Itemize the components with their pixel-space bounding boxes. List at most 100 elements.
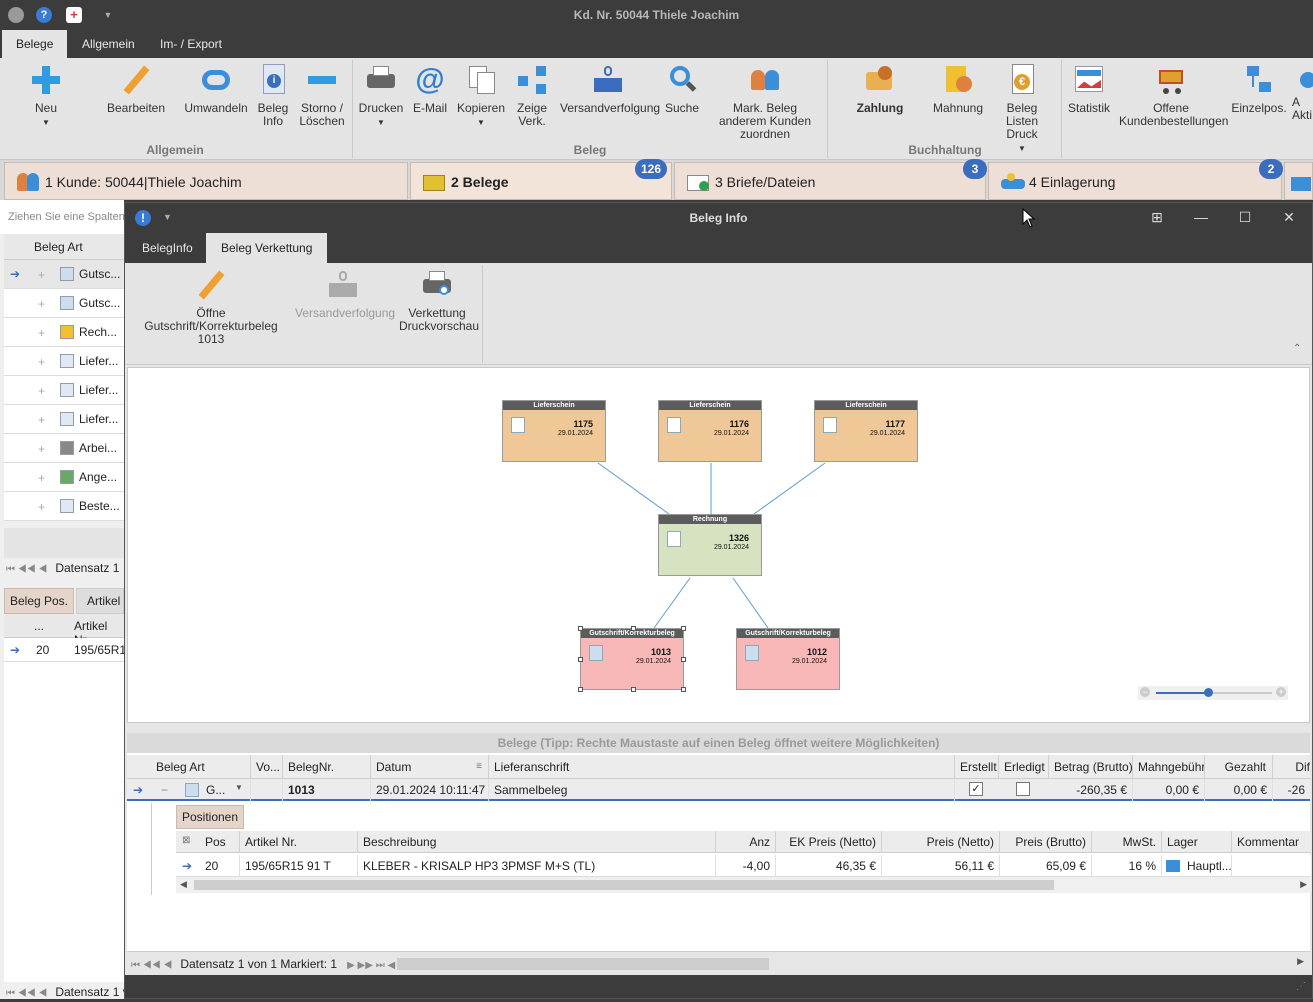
node-lieferschein-1176[interactable]: Lieferschein 1176 29.01.2024 <box>658 400 762 462</box>
node-rechnung-1326[interactable]: Rechnung 1326 29.01.2024 <box>658 514 762 576</box>
col-erledigt[interactable]: Erledigt <box>999 755 1049 779</box>
positionen-horizontal-scrollbar[interactable]: ◀ ▶ <box>176 877 1311 893</box>
resize-grip-icon[interactable]: ⋰ <box>1296 981 1306 992</box>
left-beleg-row[interactable]: + Liefer... <box>4 347 124 376</box>
collapse-ribbon-icon[interactable]: ⌃ <box>1293 343 1301 354</box>
expand-row-icon[interactable]: + <box>38 326 45 340</box>
node-gutschrift-1012[interactable]: Gutschrift/Korrekturbeleg 1012 29.01.202… <box>736 628 840 690</box>
tab-briefe-dateien[interactable]: 3 Briefe/Dateien 3 <box>674 159 987 200</box>
selection-handle[interactable] <box>578 657 583 662</box>
tab-beleginfo[interactable]: BelegInfo <box>127 233 208 263</box>
mark-beleg-zuordnen-button[interactable]: Mark. Beleg anderem Kunden zuordnen <box>706 64 824 141</box>
tab-beleg-pos[interactable]: Beleg Pos. <box>4 588 74 614</box>
col-anz[interactable]: Anz <box>716 831 776 853</box>
tab-im-export[interactable]: Im- / Export <box>146 30 236 58</box>
selection-handle[interactable] <box>578 626 583 631</box>
mahnung-button[interactable]: Mahnung <box>932 64 984 115</box>
erstellt-checkbox[interactable]: ✓ <box>969 782 983 796</box>
col-belegnr[interactable]: BelegNr. <box>283 755 371 779</box>
position-row[interactable]: ➔ 20 195/65R15 91 T KLEBER - KRISALP HP3… <box>176 855 1311 877</box>
oeffne-gutschrift-button[interactable]: Öffne Gutschrift/Korrekturbeleg 1013 <box>131 269 291 346</box>
nav-first-icon[interactable]: ⏮ ◀◀ ◀ <box>6 988 47 999</box>
storno-loeschen-button[interactable]: Storno / Löschen <box>296 64 348 128</box>
expand-row-icon[interactable]: + <box>38 297 45 311</box>
email-button[interactable]: @ E-Mail <box>408 64 452 115</box>
left-beleg-row[interactable]: + Ange... <box>4 463 124 492</box>
bearbeiten-button[interactable]: Bearbeiten <box>104 64 168 115</box>
verkettung-druckvorschau-button[interactable]: Verkettung Druckvorschau <box>397 269 479 333</box>
col-beleg-art[interactable]: Beleg Art <box>151 755 251 779</box>
left-beleg-row[interactable]: + Liefer... <box>4 405 124 434</box>
einzelpos-button[interactable]: Einzelpos. <box>1230 64 1288 115</box>
beleg-listen-druck-button[interactable]: € Beleg Listen Druck ▼ <box>990 64 1054 155</box>
zoom-slider[interactable]: − + <box>1138 686 1288 700</box>
selection-handle[interactable] <box>578 687 583 692</box>
col-betrag-brutto[interactable]: Betrag (Brutto) <box>1049 755 1133 779</box>
col-datum[interactable]: Datum ≡ <box>371 755 489 779</box>
scroll-left-icon[interactable]: ◀ <box>180 879 187 890</box>
scroll-right-icon[interactable]: ▶ <box>1297 956 1304 967</box>
left-beleg-row[interactable]: + Rech... <box>4 318 124 347</box>
col-kommentar[interactable]: Kommentar <box>1232 831 1311 853</box>
expand-row-icon[interactable]: + <box>38 268 45 282</box>
selection-handle[interactable] <box>631 687 636 692</box>
neu-button[interactable]: Neu ▼ <box>20 64 72 129</box>
col-preis-brutto[interactable]: Preis (Brutto) <box>1000 831 1092 853</box>
zoom-thumb[interactable] <box>1204 688 1214 697</box>
col-mahngebuehr[interactable]: Mahngebühr <box>1133 755 1205 779</box>
drucken-button[interactable]: Drucken ▼ <box>358 64 404 129</box>
offene-kundenbestellungen-button[interactable]: Offene Kundenbestellungen <box>1118 64 1228 128</box>
minimize-icon[interactable]: — <box>1191 209 1211 227</box>
left-beleg-row[interactable]: + Gutsc... <box>4 289 124 318</box>
col-beschreibung[interactable]: Beschreibung <box>358 831 716 853</box>
col-mwst[interactable]: MwSt. <box>1092 831 1162 853</box>
expand-row-icon[interactable]: + <box>38 384 45 398</box>
left-beleg-row[interactable]: ➔ + Gutsc... <box>4 260 124 289</box>
column-chooser-icon[interactable]: ⊠ <box>182 835 190 846</box>
versandverfolgung-disabled-button[interactable]: Versandverfolgung <box>295 269 395 320</box>
beleg-info-button[interactable]: i Beleg Info <box>253 64 293 128</box>
maximize-icon[interactable]: ☐ <box>1235 209 1255 227</box>
tab-kunde[interactable]: 1 Kunde: 50044|Thiele Joachim <box>4 162 408 200</box>
column-header-beleg-art[interactable]: Beleg Art <box>4 234 124 260</box>
versandverfolgung-button[interactable]: Versandverfolgung <box>560 64 660 115</box>
status-scrollbar-thumb[interactable] <box>397 958 769 970</box>
pos-row[interactable]: ➔ 20 195/65R1 <box>4 638 126 662</box>
node-lieferschein-1177[interactable]: Lieferschein 1177 29.01.2024 <box>814 400 918 462</box>
dropdown-icon[interactable]: ▼ <box>235 783 243 792</box>
col-erstellt[interactable]: Erstellt <box>955 755 999 779</box>
zahlung-button[interactable]: Zahlung <box>850 64 910 115</box>
expand-row-icon[interactable]: + <box>38 413 45 427</box>
col-artikel-nr[interactable]: Artikel Nr. <box>240 831 358 853</box>
zeige-verk-button[interactable]: Zeige Verk. <box>510 64 554 128</box>
zoom-out-icon[interactable]: − <box>1140 687 1150 697</box>
col-lager[interactable]: Lager <box>1162 831 1232 853</box>
left-beleg-row[interactable]: + Beste... <box>4 492 124 521</box>
selection-handle[interactable] <box>681 626 686 631</box>
col-dif[interactable]: Dif <box>1273 755 1310 779</box>
restore-layout-icon[interactable]: ⊞ <box>1147 209 1167 227</box>
tab-allgemein[interactable]: Allgemein <box>68 30 149 58</box>
col-gezahlt[interactable]: Gezahlt <box>1205 755 1273 779</box>
umwandeln-button[interactable]: Umwandeln <box>184 64 248 115</box>
expand-row-icon[interactable]: + <box>38 471 45 485</box>
tab-positionen[interactable]: Positionen <box>176 805 244 829</box>
sort-icon[interactable]: ≡ <box>476 755 482 779</box>
close-icon[interactable]: ✕ <box>1279 209 1299 227</box>
aktionen-button[interactable]: A Akti <box>1292 64 1313 122</box>
left-beleg-row[interactable]: + Liefer... <box>4 376 124 405</box>
statistik-button[interactable]: Statistik <box>1066 64 1112 115</box>
col-lieferanschrift[interactable]: Lieferanschrift <box>489 755 955 779</box>
beleg-row-1013[interactable]: ➔ − G... ▼ 1013 29.01.2024 10:11:47 Samm… <box>127 779 1310 801</box>
tab-belege-doc[interactable]: 2 Belege 126 <box>410 159 672 200</box>
tab-artikel-info[interactable]: Artikel I <box>76 588 124 614</box>
tab-einlagerung[interactable]: 4 Einlagerung 2 <box>988 159 1283 200</box>
zoom-in-icon[interactable]: + <box>1276 687 1286 697</box>
tab-belege[interactable]: Belege <box>2 30 68 58</box>
tab-beleg-verkettung[interactable]: Beleg Verkettung <box>206 233 328 263</box>
left-beleg-row[interactable]: + Arbei... <box>4 434 124 463</box>
expand-row-icon[interactable]: + <box>38 442 45 456</box>
node-gutschrift-1013[interactable]: Gutschrift/Korrekturbeleg 1013 29.01.202… <box>578 626 686 692</box>
collapse-row-icon[interactable]: − <box>161 783 168 797</box>
selection-handle[interactable] <box>681 687 686 692</box>
